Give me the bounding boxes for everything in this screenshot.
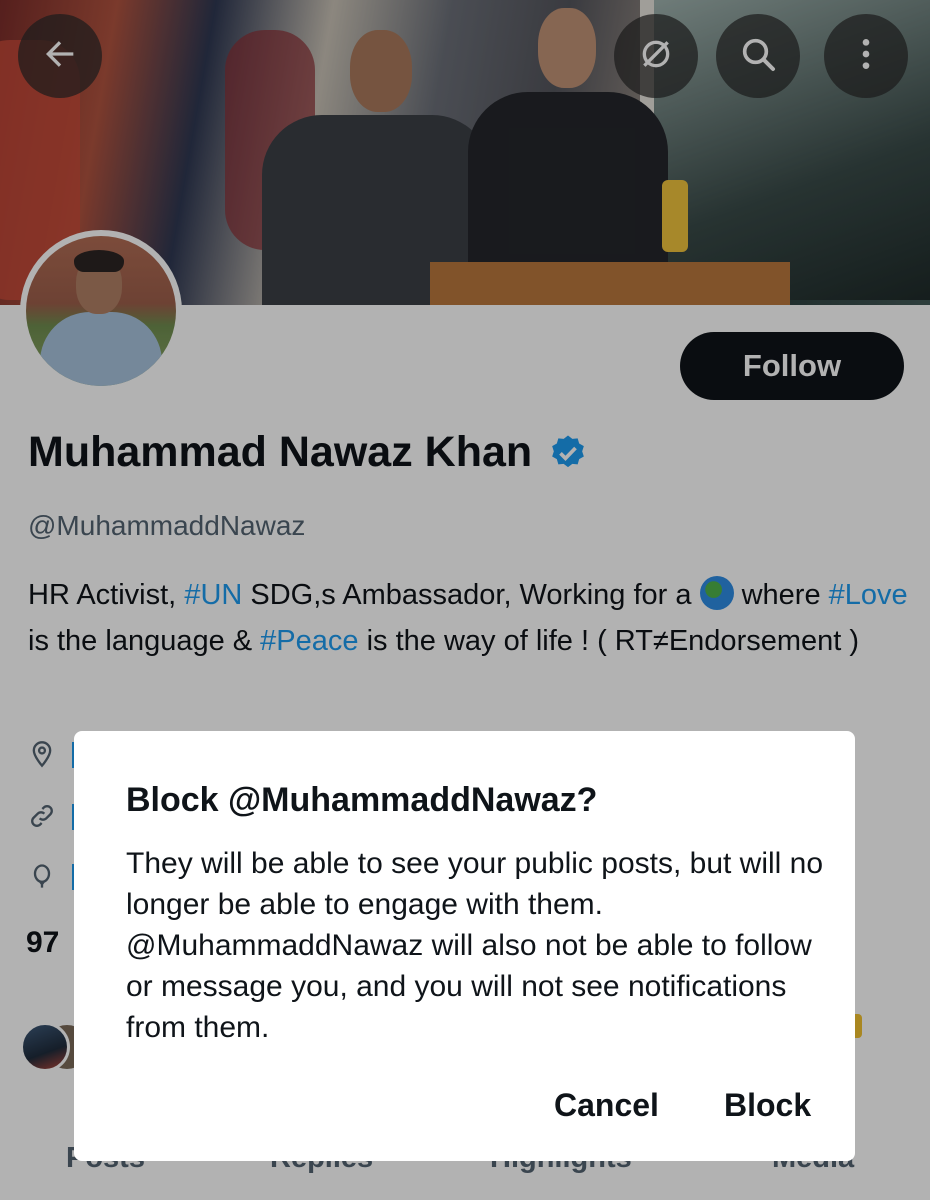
block-dialog: Block @MuhammaddNawaz? They will be able… xyxy=(74,731,855,1161)
dialog-title: Block @MuhammaddNawaz? xyxy=(126,781,598,819)
cancel-button[interactable]: Cancel xyxy=(554,1087,659,1124)
dialog-body: They will be able to see your public pos… xyxy=(126,847,824,1044)
block-button[interactable]: Block xyxy=(724,1087,811,1124)
